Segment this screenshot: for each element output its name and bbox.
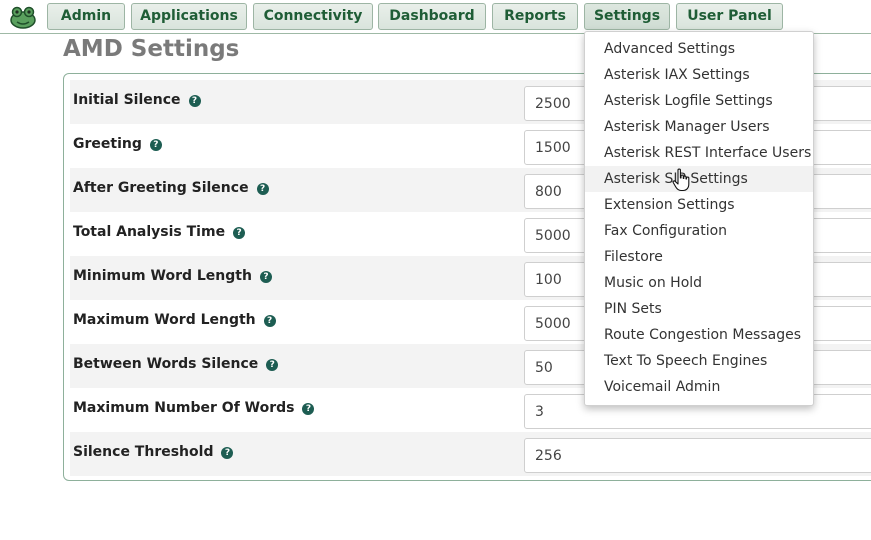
- menu-item-asterisk-rest-interface-users[interactable]: Asterisk REST Interface Users: [585, 140, 813, 166]
- setting-label: Between Words Silence?: [73, 356, 279, 372]
- setting-label: Minimum Word Length?: [73, 268, 272, 284]
- nav-settings-button[interactable]: Settings: [584, 3, 670, 30]
- help-icon[interactable]: ?: [266, 359, 279, 371]
- top-nav-bar: Admin Applications Connectivity Dashboar…: [0, 0, 871, 34]
- frog-logo-icon[interactable]: [8, 4, 38, 30]
- help-icon[interactable]: ?: [259, 271, 272, 283]
- setting-label: Maximum Word Length?: [73, 312, 276, 328]
- menu-item-asterisk-sip-settings[interactable]: Asterisk SIP Settings: [585, 166, 813, 192]
- setting-label: Greeting?: [73, 136, 162, 152]
- setting-label: Initial Silence?: [73, 92, 201, 108]
- help-icon[interactable]: ?: [221, 447, 234, 459]
- setting-label: After Greeting Silence?: [73, 180, 269, 196]
- menu-item-asterisk-manager-users[interactable]: Asterisk Manager Users: [585, 114, 813, 140]
- menu-item-advanced-settings[interactable]: Advanced Settings: [585, 36, 813, 62]
- menu-item-music-on-hold[interactable]: Music on Hold: [585, 270, 813, 296]
- silence-threshold-input[interactable]: [524, 438, 871, 473]
- settings-dropdown-menu: Advanced Settings Asterisk IAX Settings …: [584, 31, 814, 406]
- nav-user-panel-button[interactable]: User Panel: [676, 3, 783, 30]
- help-icon[interactable]: ?: [263, 315, 276, 327]
- setting-label: Total Analysis Time?: [73, 224, 246, 240]
- page-title: AMD Settings: [63, 36, 240, 62]
- menu-item-extension-settings[interactable]: Extension Settings: [585, 192, 813, 218]
- menu-item-pin-sets[interactable]: PIN Sets: [585, 296, 813, 322]
- help-icon[interactable]: ?: [256, 183, 269, 195]
- menu-item-text-to-speech-engines[interactable]: Text To Speech Engines: [585, 348, 813, 374]
- help-icon[interactable]: ?: [149, 139, 162, 151]
- menu-item-fax-configuration[interactable]: Fax Configuration: [585, 218, 813, 244]
- help-icon[interactable]: ?: [302, 403, 315, 415]
- nav-dashboard-button[interactable]: Dashboard: [378, 3, 486, 30]
- menu-item-route-congestion-messages[interactable]: Route Congestion Messages: [585, 322, 813, 348]
- menu-item-voicemail-admin[interactable]: Voicemail Admin: [585, 374, 813, 400]
- nav-connectivity-button[interactable]: Connectivity: [253, 3, 373, 30]
- menu-item-asterisk-logfile-settings[interactable]: Asterisk Logfile Settings: [585, 88, 813, 114]
- setting-row-silence-threshold: Silence Threshold?: [70, 432, 871, 476]
- nav-applications-button[interactable]: Applications: [131, 3, 247, 30]
- nav-admin-button[interactable]: Admin: [47, 3, 125, 30]
- hand-pointer-icon: [672, 168, 690, 192]
- setting-label: Silence Threshold?: [73, 444, 234, 460]
- help-icon[interactable]: ?: [233, 227, 246, 239]
- menu-item-asterisk-iax-settings[interactable]: Asterisk IAX Settings: [585, 62, 813, 88]
- nav-reports-button[interactable]: Reports: [492, 3, 578, 30]
- setting-label: Maximum Number Of Words?: [73, 400, 315, 416]
- help-icon[interactable]: ?: [188, 95, 201, 107]
- menu-item-filestore[interactable]: Filestore: [585, 244, 813, 270]
